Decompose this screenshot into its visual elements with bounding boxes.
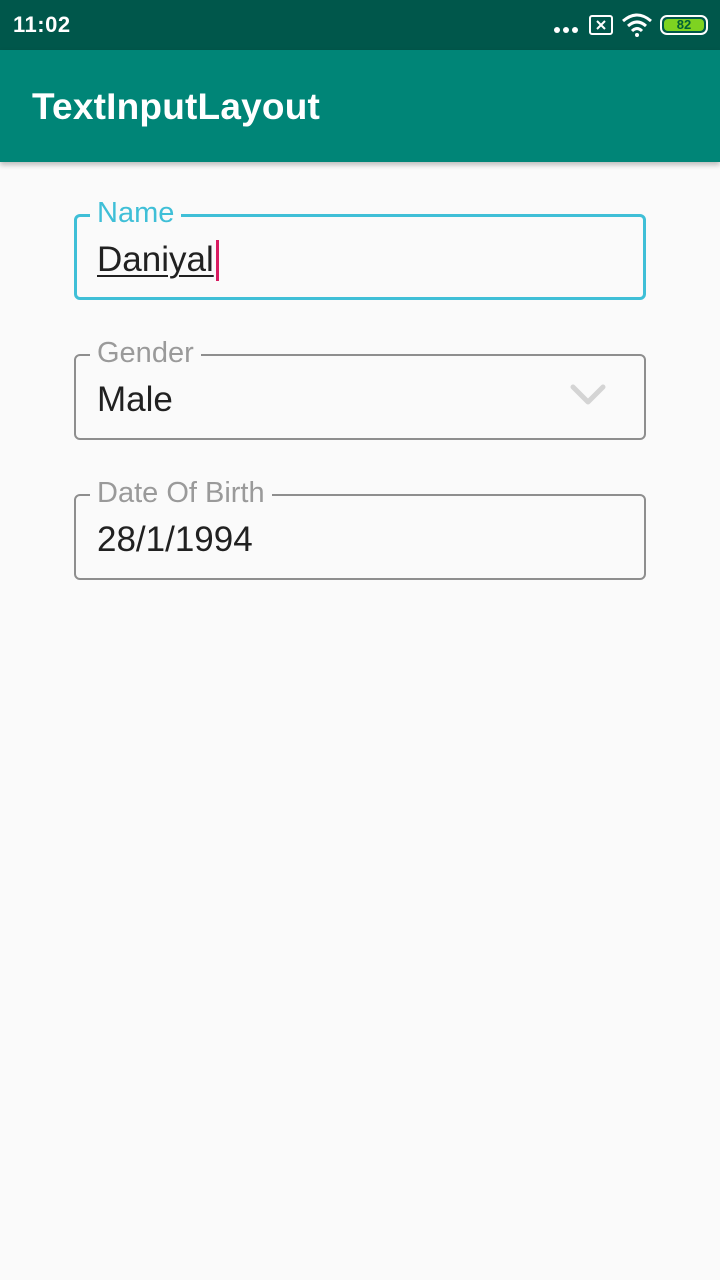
dob-field[interactable]: Date Of Birth 28/1/1994 [74,476,646,580]
chevron-down-icon[interactable] [570,382,606,408]
gender-label: Gender [90,336,201,370]
text-cursor [216,240,219,281]
gender-value[interactable]: Male [97,380,173,420]
battery-level: 82 [664,18,704,31]
gender-field[interactable]: Gender Male [74,336,646,440]
app-title: TextInputLayout [32,86,321,127]
status-bar: 11:02 82 [0,0,720,50]
battery-icon: 82 [660,15,708,35]
app-bar: TextInputLayout [0,50,720,162]
sim-icon [589,15,613,35]
wifi-icon [622,13,652,37]
more-dots-icon [554,27,578,33]
name-field[interactable]: Name Daniyal [74,196,646,300]
name-input[interactable]: Daniyal [97,240,214,280]
dob-label: Date Of Birth [90,476,272,510]
dob-input[interactable]: 28/1/1994 [97,520,253,560]
name-label: Name [90,196,182,230]
status-time: 11:02 [13,12,71,37]
